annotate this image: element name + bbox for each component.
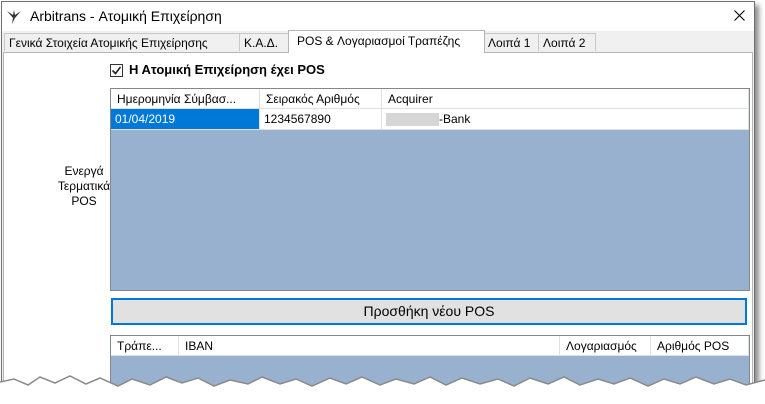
cell-contract-date[interactable]: 01/04/2019	[111, 109, 260, 130]
column-header-pos-number[interactable]: Αριθμός POS	[651, 336, 749, 356]
tab-other-2[interactable]: Λοιπά 2	[538, 33, 596, 51]
bank-accounts-grid[interactable]: Τράπε... IBAN Λογαριασμός Αριθμός POS	[110, 335, 750, 397]
column-header-bank[interactable]: Τράπε...	[111, 336, 179, 356]
tab-strip: Γενικά Στοιχεία Ατομικής Επιχείρησης Κ.Α…	[2, 30, 754, 53]
redacted-block	[386, 113, 439, 126]
has-pos-label: Η Ατομική Επιχείρηση έχει POS	[129, 62, 325, 77]
column-header-account[interactable]: Λογαριασμός	[560, 336, 651, 356]
arbitrans-logo-icon	[6, 9, 22, 25]
window-title: Arbitrans - Ατομική Επιχείρηση	[30, 8, 222, 24]
column-header-contract-date[interactable]: Ημερομηνία Σύμβασ...	[111, 89, 260, 109]
cell-serial-number[interactable]: 1234567890	[260, 109, 382, 130]
column-header-serial-number[interactable]: Σειρακός Αριθμός	[260, 89, 382, 109]
close-icon	[734, 10, 745, 21]
column-header-acquirer[interactable]: Acquirer	[382, 89, 749, 109]
title-bar[interactable]: Arbitrans - Ατομική Επιχείρηση	[2, 2, 754, 31]
tab-general[interactable]: Γενικά Στοιχεία Ατομικής Επιχείρησης	[4, 33, 240, 51]
acquirer-text: -Bank	[439, 112, 471, 126]
table-row[interactable]: 01/04/2019 1234567890 -Bank	[111, 109, 749, 130]
pos-grid[interactable]: Ημερομηνία Σύμβασ... Σειρακός Αριθμός Ac…	[110, 88, 750, 291]
tab-kad[interactable]: Κ.Α.Δ.	[239, 33, 289, 51]
column-header-iban[interactable]: IBAN	[179, 336, 560, 356]
checkmark-icon	[112, 66, 121, 75]
tab-other-1[interactable]: Λοιπά 1	[483, 33, 539, 51]
add-pos-button[interactable]: Προσθήκη νέου POS	[111, 298, 747, 325]
tab-panel-pos: Η Ατομική Επιχείρηση έχει POS Ενεργά Τερ…	[3, 52, 753, 397]
tab-pos-bank-accounts[interactable]: POS & Λογαριασμοί Τραπέζης	[288, 30, 485, 53]
app-window: Arbitrans - Ατομική Επιχείρηση Γενικά Στ…	[1, 1, 755, 398]
has-pos-checkbox[interactable]	[110, 64, 123, 77]
cell-acquirer[interactable]: -Bank	[382, 109, 749, 130]
close-button[interactable]	[726, 4, 754, 28]
